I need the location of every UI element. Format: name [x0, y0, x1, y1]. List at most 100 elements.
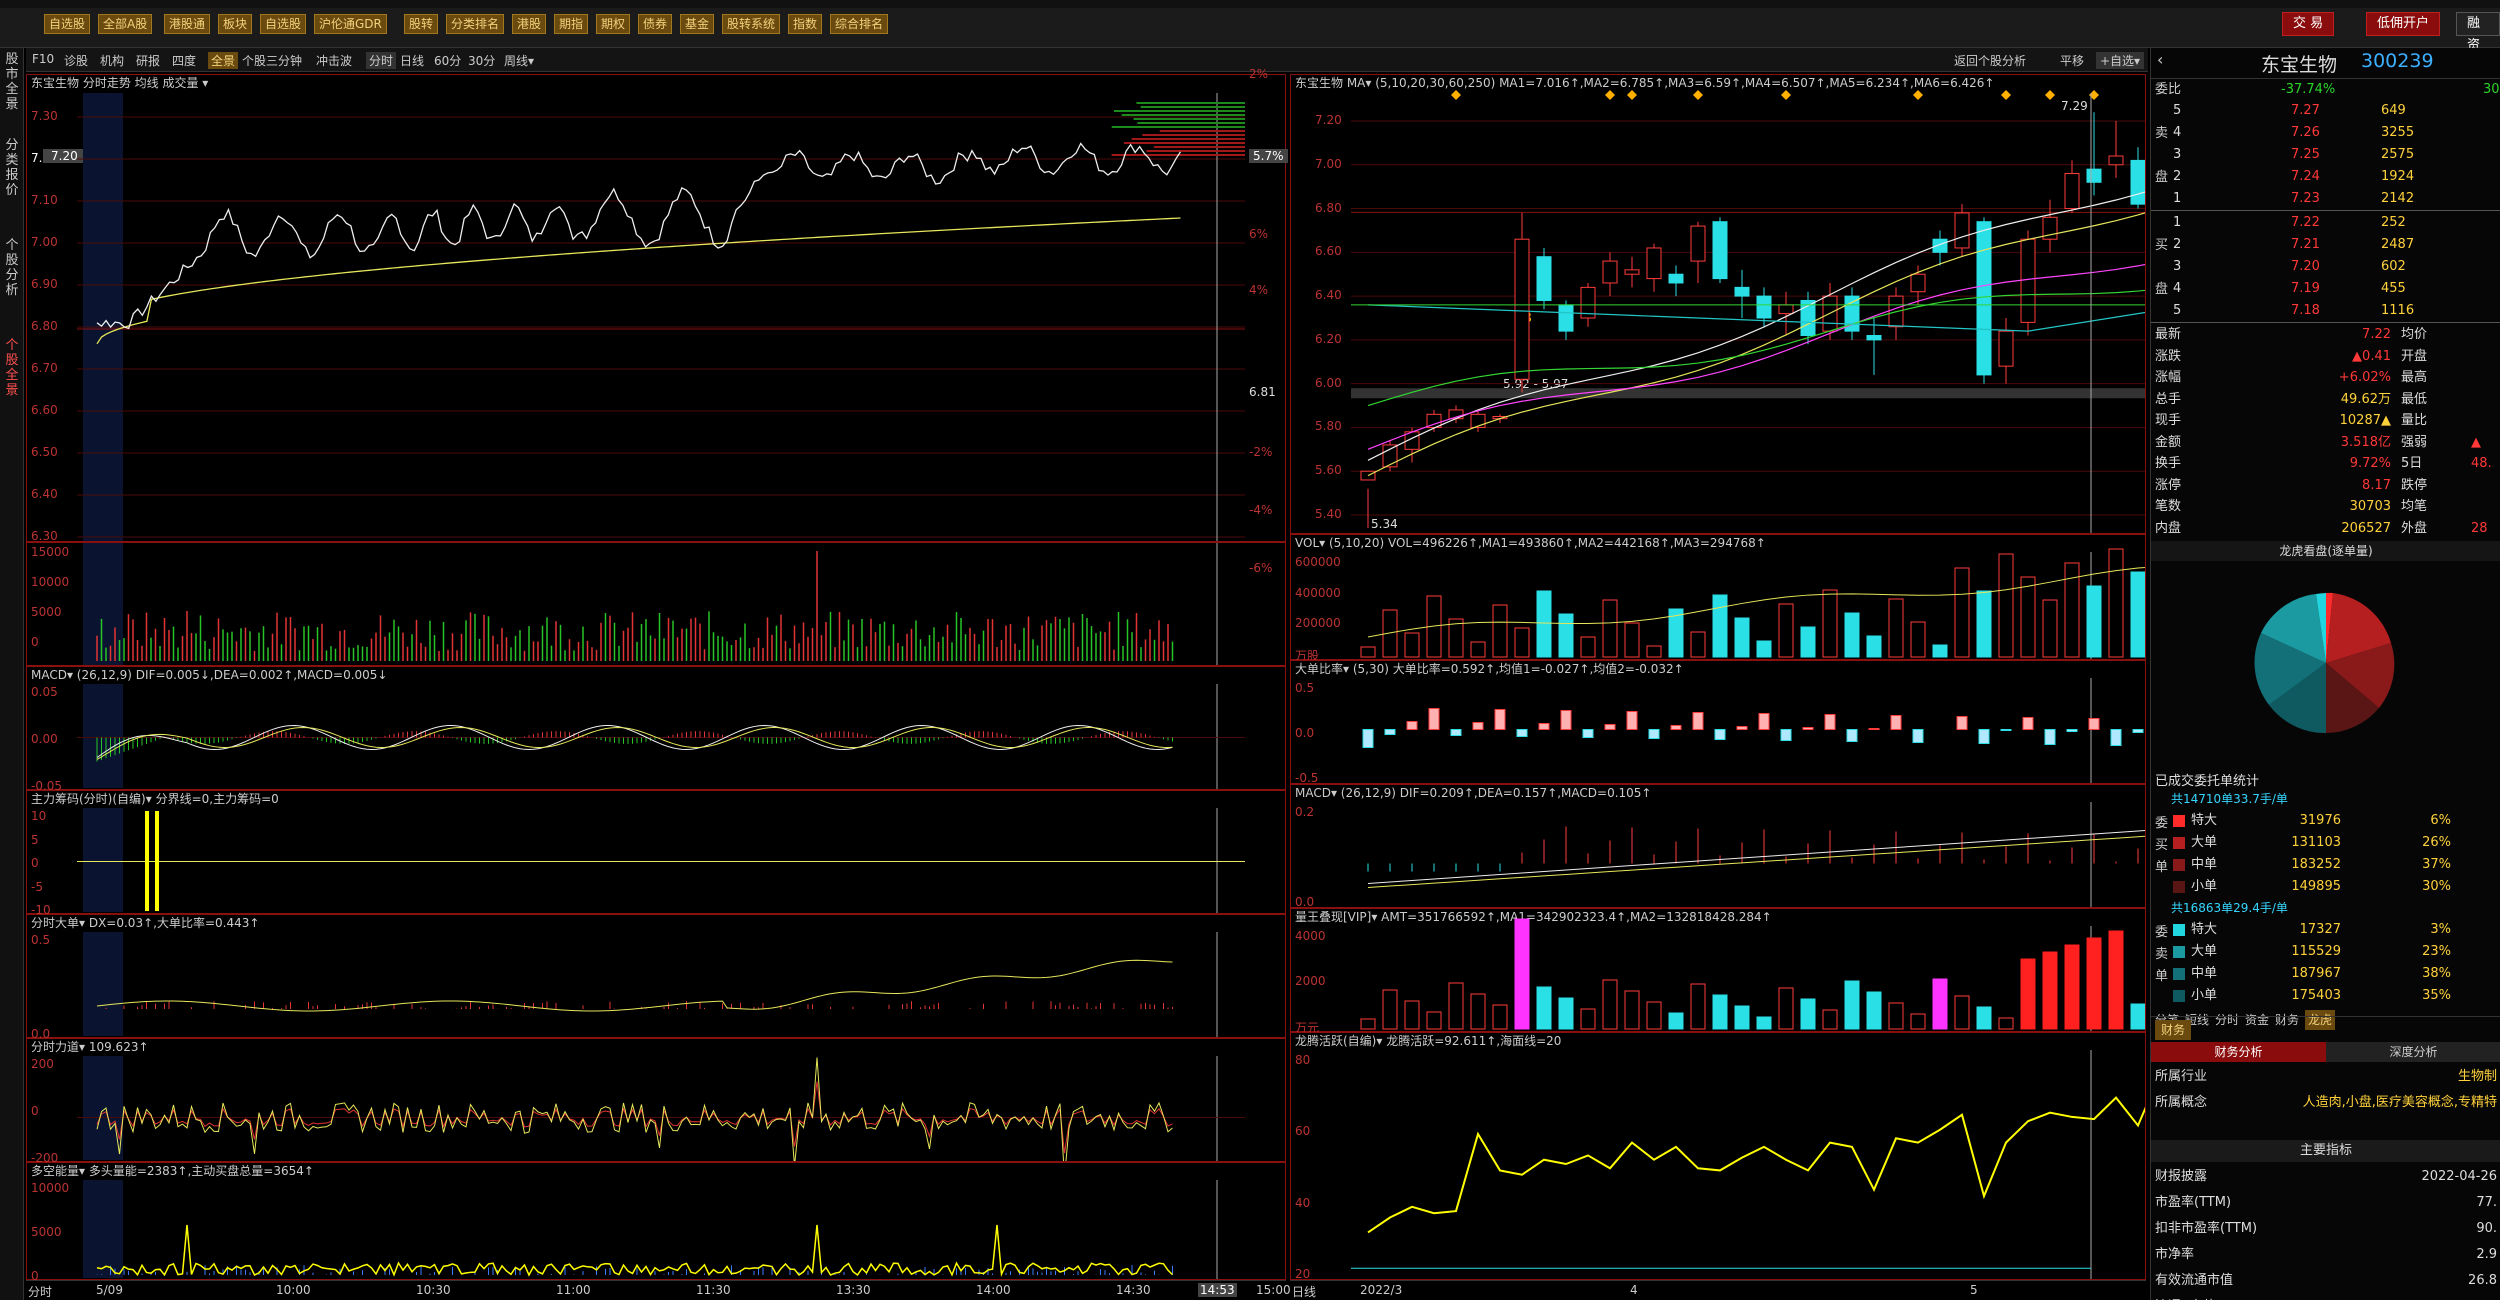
subtool-item[interactable]: 周线▾: [504, 52, 534, 69]
toolbar-tab[interactable]: 期指: [554, 14, 589, 34]
toolbar-tab[interactable]: 综合排名: [830, 14, 889, 34]
order-type: 小单: [2191, 988, 2218, 1003]
subtool-item[interactable]: 60分: [434, 52, 461, 69]
swatch: [2173, 924, 2185, 936]
subtool-item[interactable]: 四度: [172, 52, 196, 69]
pre-market-zone: [83, 543, 123, 665]
order-row: 大单 115529 23%: [2151, 941, 2500, 963]
amount-bar: [1602, 979, 1618, 1030]
toolbar-tab[interactable]: 股转系统: [722, 14, 781, 34]
order-pct: 23%: [2422, 944, 2451, 959]
volume-bar: [1822, 589, 1838, 658]
tab-financial-analysis[interactable]: 财务分析: [2151, 1042, 2326, 1062]
toolbar-tab[interactable]: 债券: [638, 14, 673, 34]
subtool-item[interactable]: 研报: [136, 52, 160, 69]
indicator-panel[interactable]: 分时力道▾ 109.623↑ 200 0 -200: [26, 1038, 1286, 1165]
kline-indicator-panel[interactable]: 大单比率▾ (5,30) 大单比率=0.592↑,均值1=-0.027↑,均值2…: [1290, 660, 2146, 785]
amount-bar: [1976, 1006, 1992, 1030]
bottom-tab[interactable]: 分时: [2215, 1010, 2239, 1030]
toolbar-tab[interactable]: 自选股: [44, 14, 91, 34]
amount-bar: [2064, 944, 2080, 1030]
indicator-panel[interactable]: 多空能量▾ 多头量能=2383↑,主动买盘总量=3654↑ 10000 5000 0: [26, 1162, 1286, 1283]
toolbar-tab[interactable]: 板块: [218, 14, 253, 34]
stat-label: 最新: [2155, 327, 2182, 342]
pan-button[interactable]: 平移: [2060, 52, 2084, 69]
kline-indicator-panel[interactable]: 量王叠现[VIP]▾ AMT=351766592↑,MA1=342902323.…: [1290, 908, 2146, 1035]
subtool-item[interactable]: 分时: [366, 52, 397, 69]
volume-bar: [1624, 622, 1640, 658]
indicator-chart: [83, 932, 1218, 1037]
subtool-item[interactable]: 冲击波: [316, 52, 352, 69]
toolbar-tab[interactable]: 指数: [788, 14, 823, 34]
order-row: 中单 187967 38%: [2151, 963, 2500, 985]
margin-button[interactable]: 融资: [2456, 12, 2500, 53]
stat-label: 最低: [2401, 391, 2428, 407]
kline-indicator-panel[interactable]: 龙腾活跃(自编)▾ 龙腾活跃=92.611↑,海面线=20 80 60 40 20: [1290, 1032, 2146, 1281]
back-to-analysis-link[interactable]: 返回个股分析: [1954, 52, 2026, 69]
signal-diamond: [2001, 90, 2011, 100]
tab-finance[interactable]: 财务: [2155, 1020, 2192, 1040]
indicator-panel[interactable]: 分时大单▾ DX=0.03↑,大单比率=0.443↑ 0.5 0.0: [26, 914, 1286, 1041]
toolbar-tab[interactable]: 基金: [680, 14, 715, 34]
tab-stock-overview[interactable]: 个股全景: [4, 338, 20, 398]
stat-value: 48.: [2471, 456, 2492, 471]
stat-label: 现手: [2155, 413, 2182, 428]
ask-level: 3: [2173, 147, 2182, 162]
kline-indicator-panel[interactable]: MACD▾ (26,12,9) DIF=0.209↑,DEA=0.157↑,MA…: [1290, 784, 2146, 909]
weibi-row: 委比 -37.74% 30: [2151, 78, 2500, 100]
stat-label: 金额: [2155, 434, 2182, 450]
amount-bar: [1360, 1018, 1376, 1030]
report-value: 26.8: [2468, 1273, 2497, 1288]
subtool-item[interactable]: 全景: [208, 52, 239, 69]
order-pct: 37%: [2422, 857, 2451, 872]
ask-volume: 2142: [2381, 191, 2415, 206]
toolbar-tab[interactable]: 港股通: [164, 14, 211, 34]
bottom-tab[interactable]: 龙虎: [2305, 1010, 2336, 1030]
kline-indicator-chart: [1360, 918, 2145, 1031]
candle-body: [1668, 273, 1684, 284]
fin-row: 所属行业 生物制: [2151, 1066, 2500, 1088]
stat-value: 10287▲: [2339, 413, 2391, 428]
subtool-item[interactable]: 诊股: [64, 52, 88, 69]
intraday-chart-panel[interactable]: 东宝生物 分时走势 均线 成交量 ▾ 7.307.207.107.006.906…: [26, 67, 1288, 575]
subtool-item[interactable]: 机构: [100, 52, 124, 69]
bottom-tab[interactable]: 资金: [2245, 1010, 2269, 1030]
report-row: 市净率 2.9: [2151, 1244, 2500, 1266]
kline-indicator-chart: [1367, 802, 2145, 907]
subtool-item[interactable]: 日线: [400, 52, 424, 69]
trade-button[interactable]: 交 易: [2282, 12, 2335, 36]
tab-market-overview[interactable]: 股市全景: [4, 52, 20, 112]
tab-category-quotes[interactable]: 分类报价: [4, 138, 20, 198]
add-favorite-button[interactable]: +自选▾: [2096, 52, 2145, 69]
subtool-item[interactable]: 个股三分钟: [242, 52, 302, 69]
toolbar-tab[interactable]: 股转: [404, 14, 439, 34]
big-order-bar: [2066, 729, 2078, 732]
stat-row: 涨停 8.17 跌停: [2151, 475, 2500, 497]
toolbar-tab[interactable]: 分类排名: [446, 14, 505, 34]
amount-bar: [1536, 986, 1552, 1030]
bottom-tab[interactable]: 财务: [2275, 1010, 2299, 1030]
bid-level: 4: [2173, 281, 2182, 296]
subtool-item[interactable]: 30分: [468, 52, 495, 69]
subtool-item[interactable]: F10: [32, 52, 54, 66]
ask-row: 3 7.25 2575: [2151, 144, 2500, 166]
indicator-panel[interactable]: 主力筹码(分时)(自编)▾ 分界线=0,主力筹码=0 10 5 0 -5 -10: [26, 790, 1286, 917]
tab-depth-analysis[interactable]: 深度分析: [2326, 1042, 2500, 1062]
big-order-bar: [1648, 729, 1660, 739]
toolbar-tab[interactable]: 沪伦通GDR: [314, 14, 387, 34]
toolbar-tab[interactable]: 港股: [512, 14, 547, 34]
open-account-button[interactable]: 低佣开户: [2366, 12, 2441, 36]
back-arrow-icon[interactable]: ‹: [2157, 50, 2163, 69]
amount-bar: [1624, 990, 1640, 1030]
kline-indicator-panel[interactable]: VOL▾ (5,10,20) VOL=496226↑,MA1=493860↑,M…: [1290, 534, 2146, 663]
time-label: 13:30: [836, 1283, 871, 1297]
kline-chart-panel[interactable]: 东宝生物 MA▾ (5,10,20,30,60,250) MA1=7.016↑,…: [1290, 74, 2146, 534]
toolbar-tab[interactable]: 期权: [596, 14, 631, 34]
toolbar-tab[interactable]: 自选股: [260, 14, 307, 34]
stat-label: 跌停: [2401, 477, 2428, 493]
tab-stock-analysis[interactable]: 个股分析: [4, 238, 20, 298]
big-order-bar: [1428, 708, 1440, 730]
toolbar-tab[interactable]: 全部A股: [98, 14, 153, 34]
indicator-panel[interactable]: MACD▾ (26,12,9) DIF=0.005↓,DEA=0.002↑,MA…: [26, 666, 1286, 793]
date-label: 5: [1970, 1283, 1978, 1297]
